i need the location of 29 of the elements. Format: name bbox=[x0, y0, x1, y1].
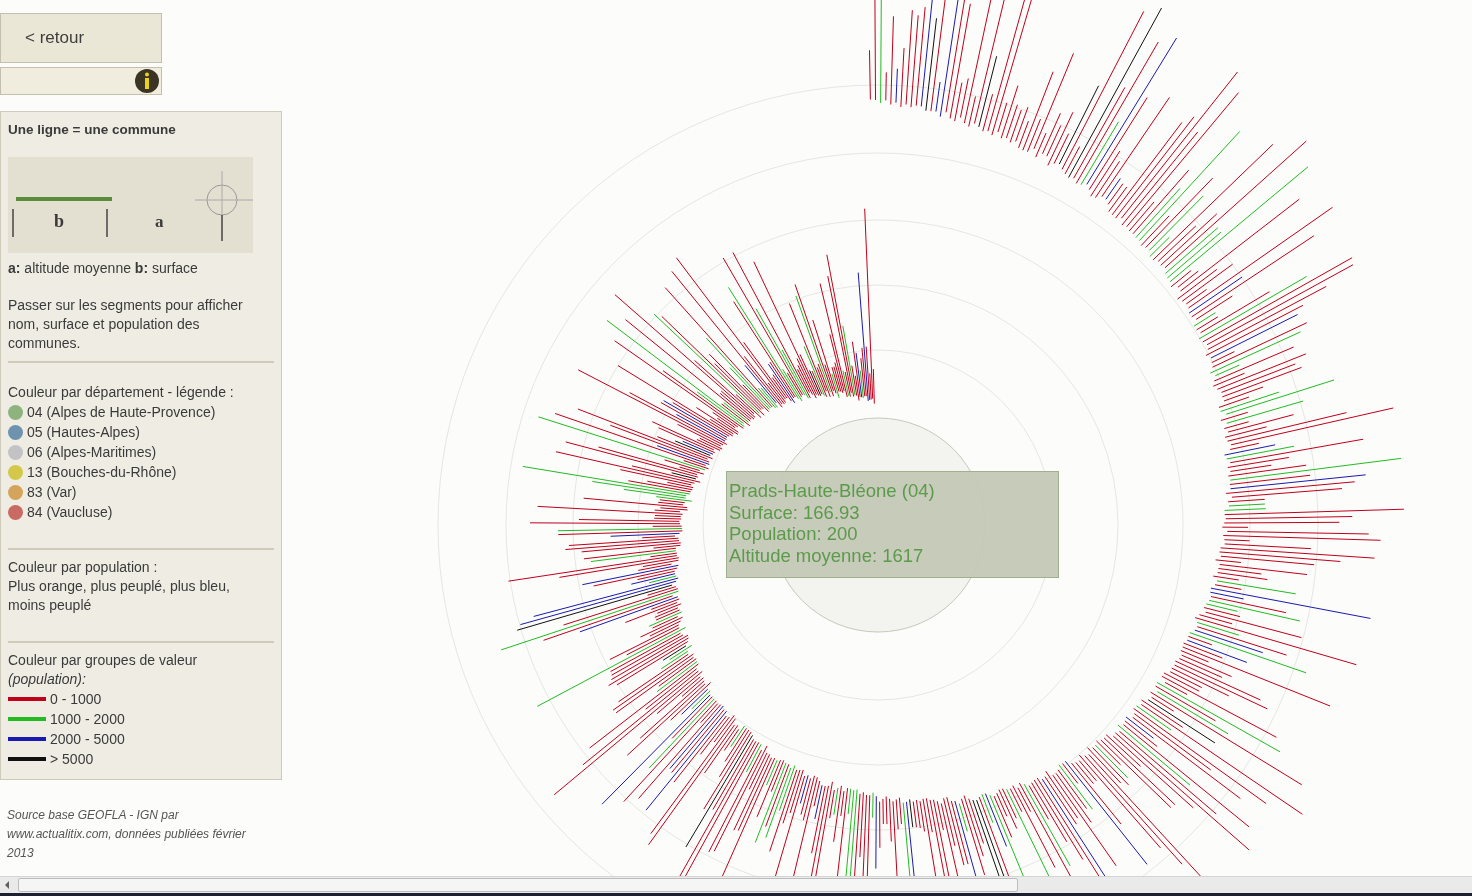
department-label: 05 (Hautes-Alpes) bbox=[27, 422, 140, 442]
b-label: b bbox=[54, 212, 64, 231]
back-button[interactable]: < retour bbox=[0, 13, 162, 63]
info-icon[interactable] bbox=[134, 68, 160, 94]
department-label: 13 (Bouches-du-Rhône) bbox=[27, 462, 177, 482]
group-label: > 5000 bbox=[50, 749, 94, 769]
a-label: a bbox=[155, 212, 164, 231]
department-legend-title: Couleur par département - légende : bbox=[8, 383, 235, 402]
tooltip-line: Altitude moyenne: 1617 bbox=[729, 544, 925, 566]
scrollbar-thumb[interactable] bbox=[18, 878, 1018, 892]
tooltip-line: Population: 200 bbox=[729, 523, 859, 545]
hover-hint: Passer sur les segments pour afficher nom, surface et population des communes. bbox=[8, 296, 244, 353]
group-label: 0 - 1000 bbox=[50, 689, 102, 709]
axis-note: a: altitude moyenne b: surface bbox=[8, 259, 199, 278]
legend-title: Une ligne = une commune bbox=[8, 121, 177, 139]
group-label: 2000 - 5000 bbox=[50, 729, 125, 749]
population-title: Couleur par population : bbox=[8, 558, 159, 577]
department-label: 83 (Var) bbox=[27, 482, 77, 502]
tooltip-line: Prads-Haute-Bléone (04) bbox=[729, 480, 936, 502]
population-text: Plus orange, plus peuplé, plus bleu, moins peuplé bbox=[8, 577, 231, 615]
groups-title: Couleur par groupes de valeur bbox=[8, 651, 199, 670]
department-label: 04 (Alpes de Haute-Provence) bbox=[27, 402, 216, 422]
source-note: Source base GEOFLA - IGN par www.actualitix.com, données publiées février 2013 bbox=[6, 807, 247, 862]
tooltip-line: Surface: 166.93 bbox=[729, 501, 861, 523]
department-label: 06 (Alpes-Maritimes) bbox=[27, 442, 157, 462]
group-label: 1000 - 2000 bbox=[50, 709, 125, 729]
department-label: 84 (Vaucluse) bbox=[27, 502, 113, 522]
groups-subtitle: (population): bbox=[8, 670, 87, 689]
horizontal-scrollbar[interactable] bbox=[0, 876, 1472, 893]
